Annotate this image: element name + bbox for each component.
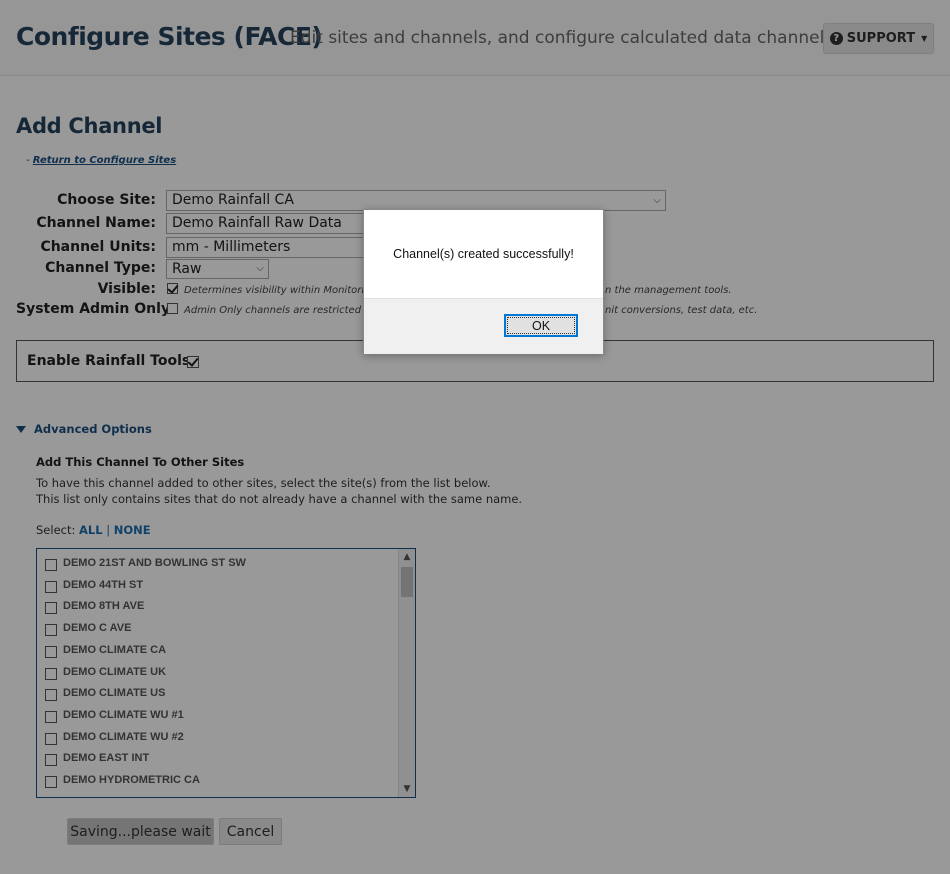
modal-overlay [0, 0, 950, 874]
alert-dialog: Channel(s) created successfully! OK [363, 209, 604, 354]
ok-button[interactable]: OK [504, 314, 578, 337]
alert-message: Channel(s) created successfully! [393, 247, 574, 261]
alert-footer: OK [364, 298, 603, 354]
